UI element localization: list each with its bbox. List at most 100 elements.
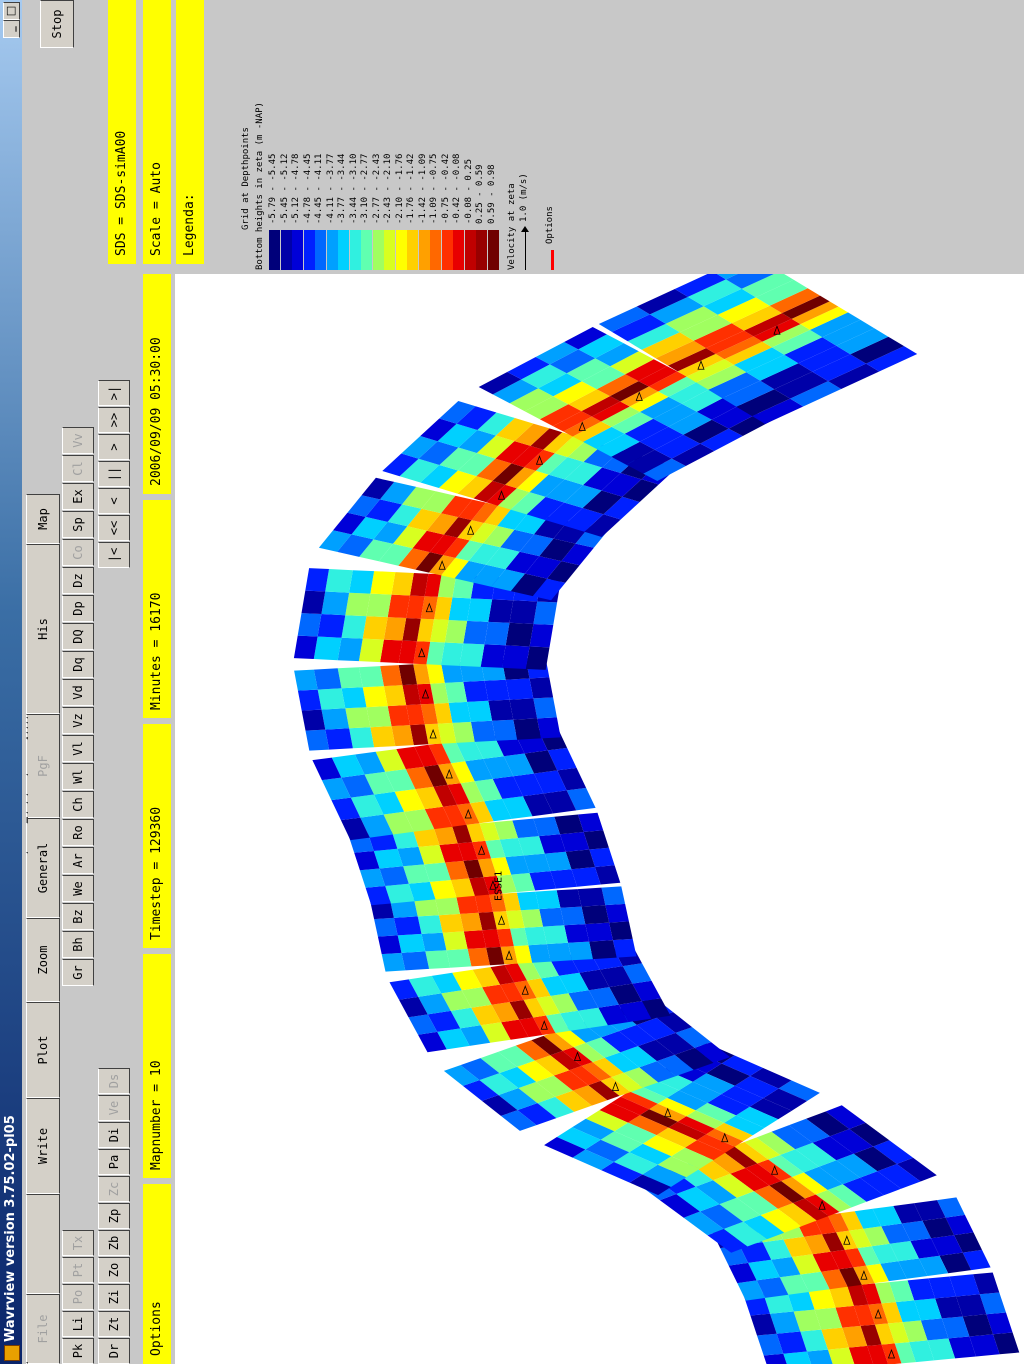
tool-wl-button-3[interactable]: Wl: [62, 763, 94, 790]
tool-zp-button-2[interactable]: Zp: [98, 1203, 130, 1229]
tool-vv-button-3[interactable]: Vv: [62, 427, 94, 454]
legend-swatch: [430, 230, 441, 270]
options-line: [551, 250, 554, 270]
menu-write[interactable]: Write: [26, 1098, 60, 1194]
grid-cell: [513, 718, 541, 740]
menu-general[interactable]: General: [26, 818, 60, 918]
grid-cell: [467, 947, 490, 967]
tool-pt-button[interactable]: Pt: [62, 1257, 94, 1283]
grid-cell: [564, 924, 590, 943]
tool-po-button[interactable]: Po: [62, 1284, 94, 1310]
grid-cell: [546, 942, 572, 962]
tool-co-button-3[interactable]: Co: [62, 539, 94, 566]
tool-ds-button-2[interactable]: Ds: [98, 1068, 130, 1094]
velocity-scale: 1.0 (m/s): [519, 173, 529, 222]
velocity-arrow-head: [521, 226, 529, 232]
tool-tx-button[interactable]: Tx: [62, 1230, 94, 1256]
grid-cell: [305, 729, 330, 751]
grid-cell: [509, 698, 538, 720]
tool-li-button[interactable]: Li: [62, 1311, 94, 1337]
grid-cell: [537, 717, 561, 739]
menu-map[interactable]: Map: [26, 494, 60, 544]
grid-cell: [380, 665, 403, 687]
grid-cell: [341, 687, 367, 709]
tool-zb-button-2[interactable]: Zb: [98, 1230, 130, 1256]
tool-zi-button-2[interactable]: Zi: [98, 1284, 130, 1310]
tool-cl-button-3[interactable]: Cl: [62, 455, 94, 482]
grid-cell: [601, 886, 626, 906]
map-canvas[interactable]: ESSE1: [175, 274, 1024, 1364]
tool-zc-button-2[interactable]: Zc: [98, 1176, 130, 1202]
maximize-button[interactable]: □: [3, 2, 20, 20]
velocity-arrow-line: [525, 228, 526, 270]
grid-cell: [391, 572, 414, 596]
tool-ex-button-3[interactable]: Ex: [62, 483, 94, 510]
tool-dr-button-2[interactable]: Dr: [98, 1338, 130, 1364]
grid-cell: [393, 916, 422, 936]
menu-stop[interactable]: Stop: [40, 0, 74, 48]
menu-his[interactable]: His: [26, 544, 60, 714]
tool-sp-button-3[interactable]: Sp: [62, 511, 94, 538]
menu-pgf[interactable]: PgF: [26, 714, 60, 818]
nav-button-4[interactable]: >: [98, 434, 130, 460]
grid-cell: [435, 896, 460, 916]
nav-button-5[interactable]: >>: [98, 407, 130, 433]
station-label[interactable]: ESSE1: [493, 871, 504, 901]
minutes-box: Minutes = 16170: [143, 500, 171, 718]
tool-ve-button-2[interactable]: Ve: [98, 1095, 130, 1121]
legend-swatch: [441, 230, 453, 270]
nav-button-0[interactable]: |<: [98, 542, 130, 568]
grid-cell: [377, 935, 402, 955]
tool-dp-button-3[interactable]: Dp: [62, 595, 94, 622]
grid-cell: [467, 598, 493, 622]
tool-vz-button-3[interactable]: Vz: [62, 707, 94, 734]
grid-cell: [305, 568, 329, 592]
legend-label: -3.77 - -3.44: [337, 153, 347, 224]
mapnumber-box: Mapnumber = 10: [143, 954, 171, 1178]
menu-gap-16: [26, 732, 28, 734]
legend-swatch: [384, 230, 395, 270]
grid-cell: [297, 613, 322, 637]
minimize-button[interactable]: _: [3, 20, 20, 38]
tool-we-button-3[interactable]: We: [62, 875, 94, 902]
tool-dz-button-3[interactable]: Dz: [62, 567, 94, 594]
nav-button-6[interactable]: >|: [98, 380, 130, 406]
legend-swatch: [395, 230, 407, 270]
tool-di-button-2[interactable]: Di: [98, 1122, 130, 1148]
grid-cell: [535, 890, 561, 910]
menu-gap-4: [26, 774, 28, 776]
menu-file[interactable]: File: [26, 1294, 60, 1364]
nav-button-2[interactable]: <: [98, 488, 130, 514]
tool-gr-button-3[interactable]: Gr: [62, 959, 94, 986]
legend-swatch: [338, 230, 349, 270]
tool-ch-button-3[interactable]: Ch: [62, 791, 94, 818]
options-box[interactable]: Options: [143, 1184, 171, 1364]
grid-cell: [438, 913, 464, 933]
legend-swatch: [407, 230, 418, 270]
tool-bz-button-3[interactable]: Bz: [62, 903, 94, 930]
menu-gap-2: [26, 794, 28, 796]
tool-dq-button-3[interactable]: DQ: [62, 623, 94, 650]
grid-cell: [362, 616, 388, 640]
river-map[interactable]: ESSE1: [175, 274, 1024, 1364]
tool-vd-button-3[interactable]: Vd: [62, 679, 94, 706]
grid-cell: [480, 644, 506, 668]
nav-button-3[interactable]: ||: [98, 461, 130, 487]
legend-label: -2.43 - -2.10: [383, 153, 393, 224]
tool-dq-button-3[interactable]: Dq: [62, 651, 94, 678]
tool-pa-button-2[interactable]: Pa: [98, 1149, 130, 1175]
title-bar[interactable]: Wavrview version 3.75.02-pl05 _ □: [0, 0, 22, 1364]
nav-button-1[interactable]: <<: [98, 515, 130, 541]
tool-pk-button[interactable]: Pk: [62, 1338, 94, 1364]
grid-cell: [317, 688, 346, 710]
tool-zt-button-2[interactable]: Zt: [98, 1311, 130, 1337]
tool-ro-button-3[interactable]: Ro: [62, 819, 94, 846]
menu-zoom[interactable]: Zoom: [26, 918, 60, 1002]
menu-plot[interactable]: Plot: [26, 1002, 60, 1098]
grid-cell: [325, 569, 353, 593]
grid-cell: [484, 679, 510, 701]
tool-bh-button-3[interactable]: Bh: [62, 931, 94, 958]
tool-zo-button-2[interactable]: Zo: [98, 1257, 130, 1283]
tool-vl-button-3[interactable]: Vl: [62, 735, 94, 762]
tool-ar-button-3[interactable]: Ar: [62, 847, 94, 874]
